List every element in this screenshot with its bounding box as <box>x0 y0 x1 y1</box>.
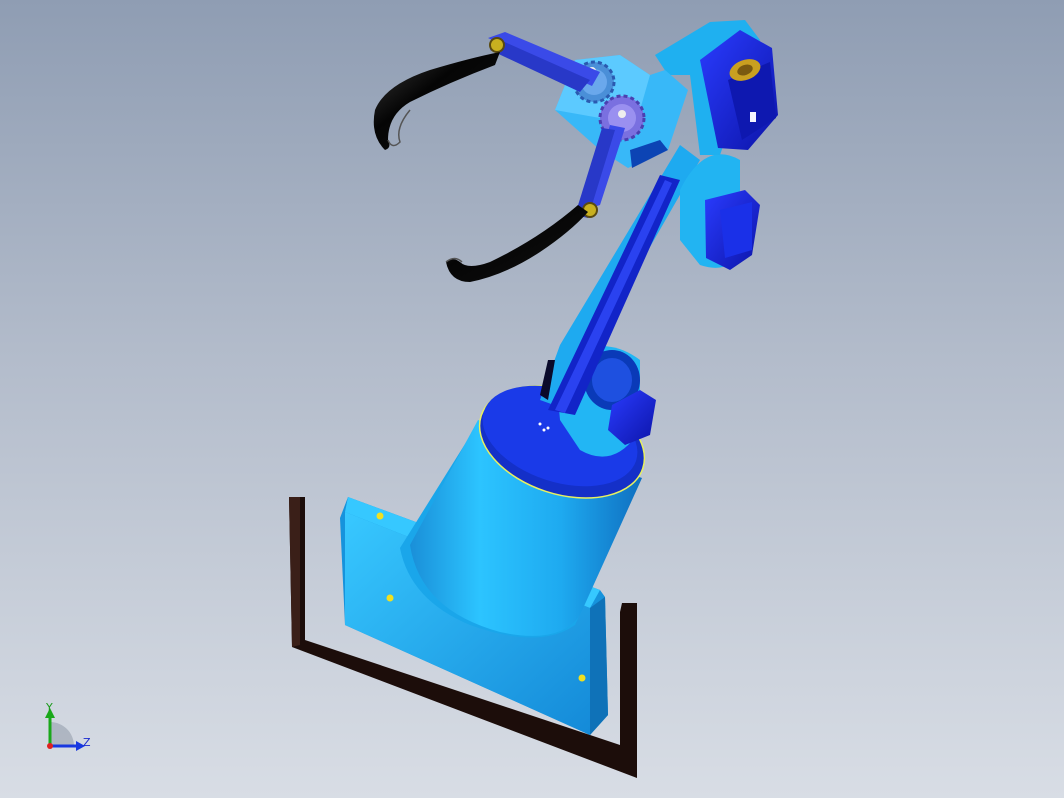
y-axis-label: Y <box>45 701 53 714</box>
screw-head-2 <box>386 594 394 602</box>
gripper-fingers <box>373 52 588 282</box>
robot-arm-model[interactable]: Y Z <box>0 0 1064 798</box>
elbow-joint <box>680 154 760 270</box>
screw-head-1 <box>376 512 384 520</box>
lower-finger <box>446 205 588 282</box>
z-axis-label: Z <box>83 736 91 749</box>
upper-finger <box>373 52 500 150</box>
cad-viewport[interactable]: Y Z <box>0 0 1064 798</box>
screw-head-3 <box>578 674 586 682</box>
coordinate-triad: Y Z <box>45 701 91 751</box>
